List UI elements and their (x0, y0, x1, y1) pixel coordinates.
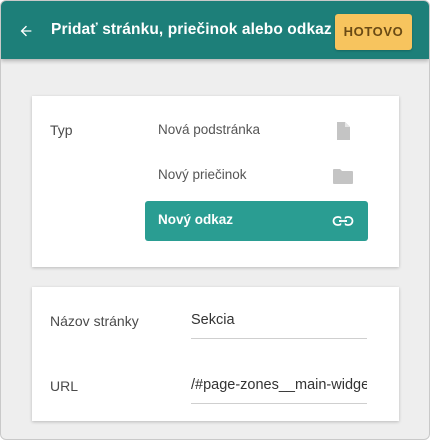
type-option-new-link[interactable]: Nový odkaz (145, 201, 368, 241)
page-name-value: Sekcia (191, 312, 235, 328)
type-option-label: Nový odkaz (158, 212, 234, 227)
url-label: URL (50, 378, 79, 394)
dialog-title: Pridať stránku, priečinok alebo odkaz (51, 21, 332, 38)
type-label: Typ (50, 122, 73, 138)
arrow-left-icon (20, 25, 32, 37)
type-card: Typ Nová podstránka Nový priečinok Nový … (32, 96, 399, 267)
back-button[interactable] (13, 18, 39, 44)
link-icon (332, 211, 354, 231)
folder-icon (332, 166, 354, 186)
dialog-header: Pridať stránku, priečinok alebo odkaz HO… (1, 1, 429, 59)
page-name-label: Názov stránky (50, 313, 139, 329)
page-details-card: Názov stránky Sekcia URL /#page-zones__m… (32, 287, 399, 421)
done-button[interactable]: HOTOVO (335, 14, 412, 50)
type-option-new-folder[interactable]: Nový priečinok (145, 156, 368, 196)
type-option-label: Nová podstránka (158, 122, 261, 137)
page-name-input[interactable]: Sekcia (191, 304, 367, 339)
add-page-dialog: Pridať stránku, priečinok alebo odkaz HO… (0, 0, 430, 440)
file-icon (332, 121, 354, 141)
url-input[interactable]: /#page-zones__main-widgets (191, 369, 367, 404)
type-option-new-subpage[interactable]: Nová podstránka (145, 111, 368, 151)
type-option-label: Nový priečinok (158, 167, 247, 182)
url-value: /#page-zones__main-widgets (191, 377, 367, 393)
